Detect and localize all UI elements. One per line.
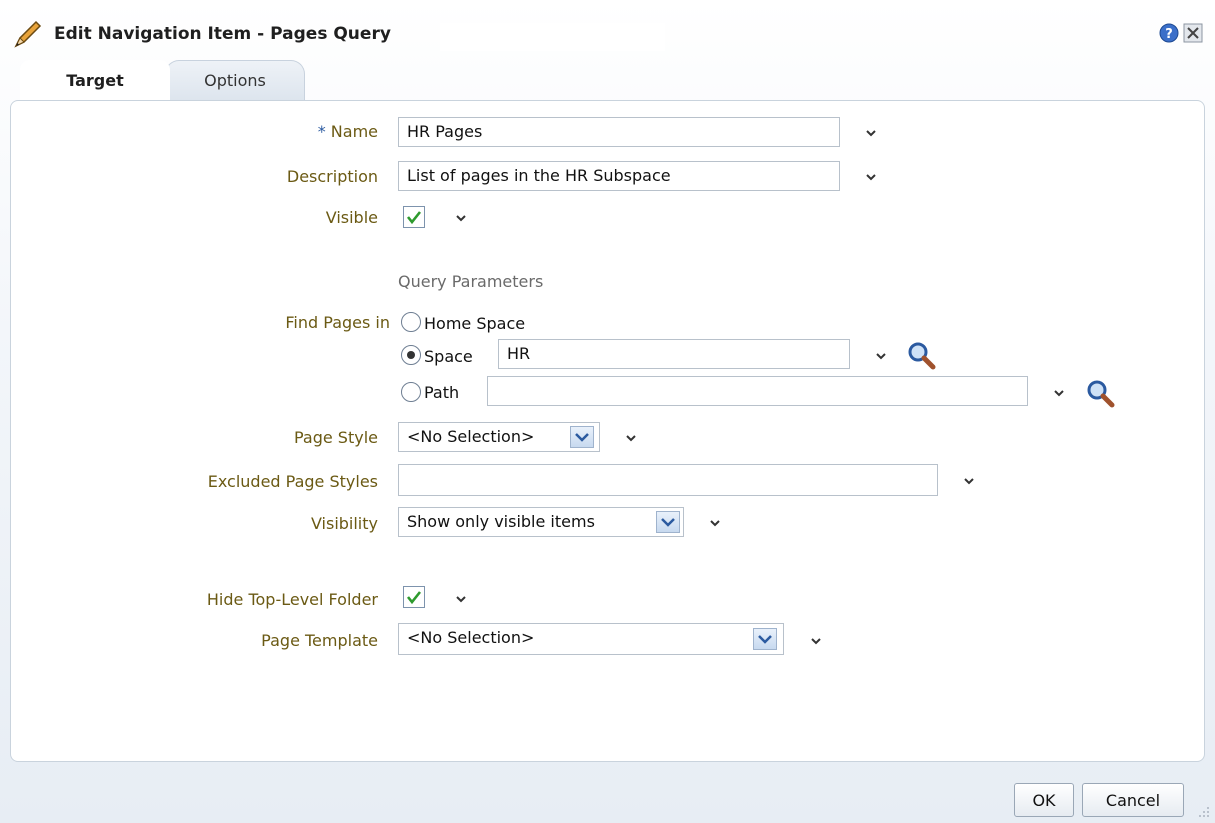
chevron-down-icon[interactable] (454, 211, 468, 225)
cancel-button[interactable]: Cancel (1082, 783, 1184, 817)
home-space-radio[interactable] (401, 312, 421, 332)
chevron-down-icon (575, 433, 589, 442)
chevron-down-icon[interactable] (864, 126, 878, 140)
chevron-down-icon[interactable] (864, 170, 878, 184)
required-marker: * (317, 122, 326, 141)
pencil-icon (14, 20, 42, 48)
hide-top-level-folder-label: Hide Top-Level Folder (206, 590, 378, 609)
checkmark-icon (406, 211, 422, 225)
description-label: Description (286, 167, 378, 186)
dialog: Edit Navigation Item - Pages Query ? Opt… (0, 0, 1215, 823)
home-space-radio-label: Home Space (424, 314, 526, 333)
chevron-down-icon[interactable] (874, 349, 888, 363)
search-icon[interactable] (906, 340, 936, 370)
page-template-label: Page Template (261, 631, 378, 650)
path-radio[interactable] (401, 382, 421, 402)
page-style-value: <No Selection> (407, 427, 535, 446)
chevron-down-icon[interactable] (962, 474, 976, 488)
ok-button[interactable]: OK (1014, 783, 1074, 817)
help-icon[interactable]: ? (1159, 23, 1179, 43)
name-label-text: Name (330, 122, 378, 141)
close-icon[interactable] (1183, 23, 1203, 43)
page-template-select[interactable]: <No Selection> (398, 623, 784, 655)
query-parameters-title: Query Parameters (398, 272, 544, 291)
path-radio-label: Path (424, 383, 460, 402)
excluded-page-styles-input[interactable] (398, 464, 938, 496)
checkmark-icon (406, 591, 422, 605)
dialog-header: Edit Navigation Item - Pages Query ? (0, 0, 1215, 60)
visibility-label: Visibility (310, 514, 378, 533)
page-style-label: Page Style (293, 428, 378, 447)
visible-checkbox[interactable] (403, 206, 425, 228)
svg-text:?: ? (1165, 27, 1173, 42)
chevron-down-icon[interactable] (624, 431, 638, 445)
dialog-title: Edit Navigation Item - Pages Query (54, 24, 391, 44)
space-radio[interactable] (401, 345, 421, 365)
visible-label: Visible (325, 208, 378, 227)
page-style-dropdown-button[interactable] (570, 426, 594, 448)
chevron-down-icon[interactable] (1052, 386, 1066, 400)
visibility-dropdown-button[interactable] (656, 511, 680, 533)
space-input[interactable]: HR (498, 339, 850, 369)
page-template-dropdown-button[interactable] (753, 628, 777, 650)
target-panel (10, 100, 1205, 762)
chevron-down-icon[interactable] (454, 592, 468, 606)
chevron-down-icon[interactable] (809, 634, 823, 648)
visibility-value: Show only visible items (407, 512, 595, 531)
tab-options[interactable]: Options (165, 60, 305, 100)
chevron-down-icon[interactable] (708, 516, 722, 530)
name-label: * Name (282, 122, 378, 141)
tab-target[interactable]: Target (20, 60, 170, 100)
chevron-down-icon (661, 518, 675, 527)
find-pages-in-label: Find Pages in (285, 313, 390, 332)
name-input[interactable]: HR Pages (398, 117, 840, 147)
page-template-value: <No Selection> (407, 628, 535, 647)
hide-top-level-folder-checkbox[interactable] (403, 586, 425, 608)
description-input[interactable]: List of pages in the HR Subspace (398, 161, 840, 191)
space-radio-label: Space (424, 347, 473, 366)
chevron-down-icon (758, 635, 772, 644)
path-input[interactable] (487, 376, 1028, 406)
title-strip (440, 23, 665, 51)
visibility-select[interactable]: Show only visible items (398, 507, 684, 537)
search-icon[interactable] (1085, 378, 1115, 408)
excluded-page-styles-label: Excluded Page Styles (207, 472, 378, 491)
resize-grip-icon[interactable] (1195, 803, 1211, 819)
